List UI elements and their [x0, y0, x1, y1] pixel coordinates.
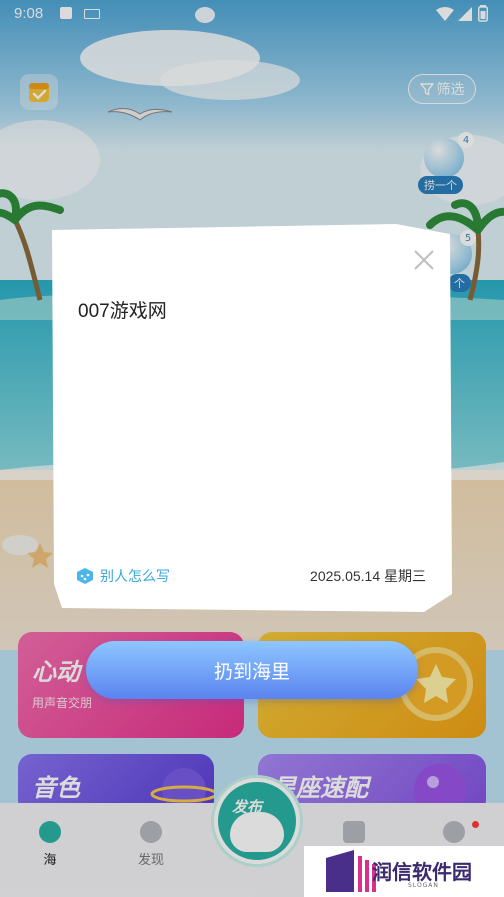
- watermark-text: 润信软件园: [372, 860, 472, 884]
- others-write-link[interactable]: 别人怎么写: [76, 566, 170, 586]
- others-write-label: 别人怎么写: [100, 569, 170, 585]
- note-paper: [52, 224, 452, 612]
- watermark-logo: 润信软件园 SLOGAN: [304, 846, 504, 897]
- watermark-slogan: SLOGAN: [408, 882, 439, 889]
- note-date: 2025.05.14 星期三: [310, 568, 426, 584]
- note-dialog: 007游戏网 别人怎么写 2025.05.14 星期三: [52, 224, 452, 612]
- dice-icon: [77, 568, 93, 584]
- close-icon[interactable]: [412, 248, 436, 272]
- throw-to-sea-button[interactable]: 扔到海里: [86, 641, 418, 699]
- note-content: 007游戏网: [78, 301, 167, 322]
